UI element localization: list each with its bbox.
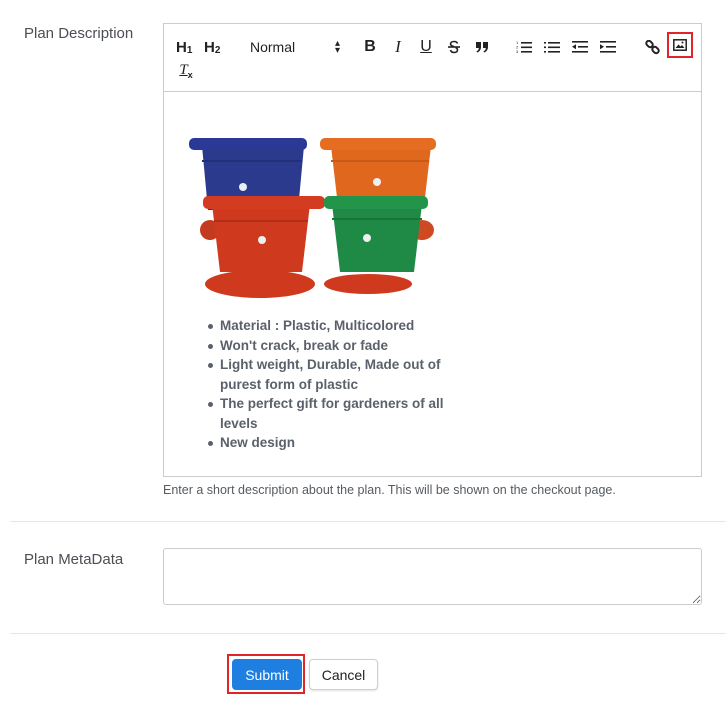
heading-2-icon: H2: [204, 38, 221, 56]
section-divider: [10, 633, 726, 634]
submit-button[interactable]: Submit: [232, 659, 302, 690]
bullet-list-button[interactable]: [544, 36, 560, 58]
link-button[interactable]: [644, 36, 660, 58]
blockquote-button[interactable]: [474, 36, 490, 58]
italic-icon: I: [395, 37, 401, 56]
list-item: Won't crack, break or fade: [206, 336, 466, 356]
outdent-button[interactable]: [572, 36, 588, 58]
strikethrough-button[interactable]: [446, 36, 462, 58]
indent-icon: [600, 41, 616, 53]
green-pot: [324, 196, 428, 294]
ordered-list-button[interactable]: 1 2 3: [516, 36, 532, 58]
editor-toolbar: H1 H2 Normal ▴ ▾ B I U 1 2 3 Tx: [164, 24, 701, 92]
svg-text:3: 3: [516, 49, 519, 54]
feature-list: Material : Plastic, Multicolored Won't c…: [206, 316, 466, 453]
strikethrough-icon: [448, 40, 460, 54]
underline-icon: U: [420, 38, 432, 55]
bullet-list-icon: [544, 42, 560, 53]
heading-1-icon: H1: [176, 38, 193, 56]
section-divider: [10, 521, 726, 522]
format-select-value: Normal: [250, 39, 296, 55]
heading-2-button[interactable]: H2: [204, 36, 220, 58]
link-icon: [644, 39, 660, 54]
list-item: The perfect gift for gardeners of all le…: [206, 394, 466, 433]
clear-format-button[interactable]: Tx: [178, 60, 194, 82]
bold-button[interactable]: B: [362, 36, 378, 58]
editor-content[interactable]: Material : Plastic, Multicolored Won't c…: [164, 92, 701, 476]
clear-format-icon: Tx: [179, 62, 193, 80]
red-pot: [203, 196, 325, 298]
product-image-flower-pots: [189, 138, 436, 298]
underline-button[interactable]: U: [418, 36, 434, 58]
list-item: New design: [206, 433, 466, 453]
italic-button[interactable]: I: [390, 36, 406, 58]
select-arrows-icon: ▴ ▾: [334, 38, 340, 56]
list-item: Light weight, Durable, Made out of pures…: [206, 355, 466, 394]
rich-text-editor: H1 H2 Normal ▴ ▾ B I U 1 2 3 Tx Material…: [163, 23, 702, 477]
plan-metadata-input[interactable]: [163, 548, 702, 605]
list-item: Material : Plastic, Multicolored: [206, 316, 466, 336]
bold-icon: B: [364, 38, 376, 55]
indent-button[interactable]: [600, 36, 616, 58]
description-help-text: Enter a short description about the plan…: [163, 483, 616, 497]
image-icon: [673, 39, 687, 51]
plan-description-label: Plan Description: [24, 25, 134, 42]
cancel-button[interactable]: Cancel: [309, 659, 378, 690]
ordered-list-icon: 1 2 3: [516, 40, 532, 54]
blockquote-icon: [476, 42, 488, 53]
format-select[interactable]: Normal ▴ ▾: [250, 36, 340, 58]
insert-image-button[interactable]: [667, 32, 693, 58]
plan-metadata-label: Plan MetaData: [24, 551, 124, 568]
outdent-icon: [572, 41, 588, 53]
heading-1-button[interactable]: H1: [176, 36, 192, 58]
